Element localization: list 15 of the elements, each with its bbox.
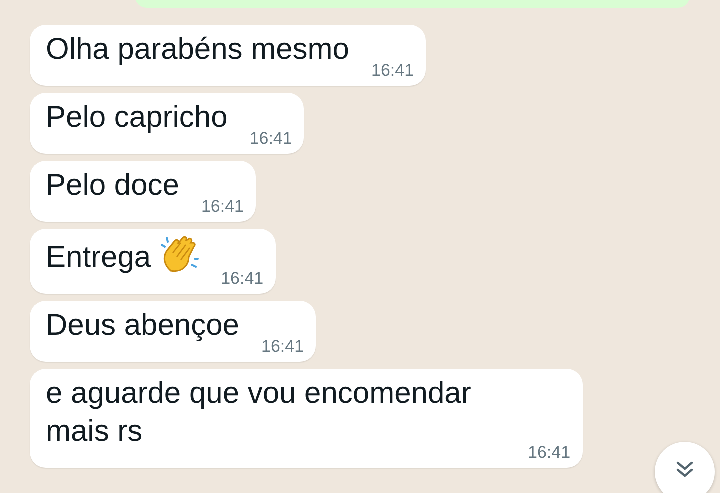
message-text: Entrega	[46, 240, 152, 276]
message-time: 16:41	[221, 269, 264, 289]
message-time: 16:41	[528, 443, 571, 463]
message-time: 16:41	[261, 337, 304, 357]
clapping-hands-icon	[159, 235, 200, 275]
message-time: 16:41	[372, 61, 414, 81]
message-text: Deus abençoe	[46, 308, 240, 344]
message-text: Pelo doce	[46, 168, 180, 204]
scroll-down-button[interactable]	[655, 442, 715, 493]
double-chevron-down-icon	[675, 460, 695, 480]
message-time: 16:41	[250, 129, 292, 149]
message-text: Olha parabéns mesmo	[46, 32, 350, 68]
message-text: Pelo capricho	[46, 100, 228, 136]
message-text: e aguarde que vou encomendar mais rs	[46, 376, 472, 450]
message-time: 16:41	[201, 197, 244, 217]
